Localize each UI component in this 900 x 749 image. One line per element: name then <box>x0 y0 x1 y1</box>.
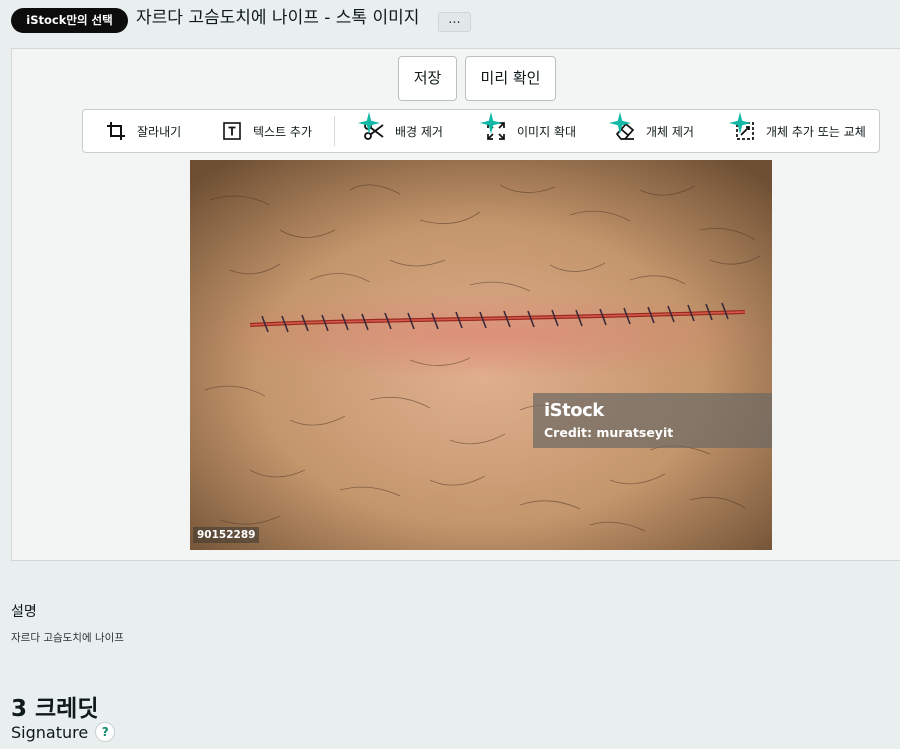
toolbar-divider <box>334 116 335 146</box>
stock-photo[interactable]: iStock Credit: muratseyit 90152289 <box>190 160 772 550</box>
credits-price: 3 크레딧 <box>11 696 99 722</box>
description-text: 자르다 고슴도치에 나이프 <box>11 632 124 644</box>
tool-remove-background[interactable]: 배경 제거 <box>358 110 443 152</box>
image-id-label: 90152289 <box>193 527 260 543</box>
tool-remove-background-label: 배경 제거 <box>395 124 443 139</box>
photo-content <box>190 160 772 550</box>
istock-watermark: iStock Credit: muratseyit <box>533 393 772 448</box>
ai-sparkle-icon <box>609 112 631 134</box>
ai-sparkle-icon <box>358 112 380 134</box>
edit-toolbar: 잘라내기 텍스트 추가 배경 제거 이미지 확대 개체 제거 개체 추가 또는 … <box>82 109 880 153</box>
watermark-credit: Credit: muratseyit <box>544 425 674 440</box>
tool-remove-object[interactable]: 개체 제거 <box>609 110 694 152</box>
expand-icon <box>480 112 507 142</box>
eraser-icon <box>609 112 636 142</box>
ai-sparkle-icon <box>729 112 751 134</box>
crop-icon <box>105 120 127 142</box>
ai-sparkle-icon <box>480 112 502 134</box>
help-icon[interactable]: ? <box>95 722 116 742</box>
license-row: Signature ? <box>11 722 116 742</box>
tool-remove-object-label: 개체 제거 <box>646 124 694 139</box>
tool-crop-label: 잘라내기 <box>137 124 182 139</box>
page-header: iStock만의 선택 자르다 고슴도치에 나이프 - 스톡 이미지 ... <box>0 0 900 46</box>
more-options-button[interactable]: ... <box>438 12 471 32</box>
replace-object-icon <box>729 112 756 142</box>
description-heading: 설명 <box>11 604 37 620</box>
editors-choice-badge: iStock만의 선택 <box>11 8 128 33</box>
tool-add-text-label: 텍스트 추가 <box>253 124 313 139</box>
tool-crop[interactable]: 잘라내기 <box>105 110 181 152</box>
watermark-logo: iStock <box>544 400 604 421</box>
tool-upscale-image-label: 이미지 확대 <box>517 124 577 139</box>
page-title: 자르다 고슴도치에 나이프 - 스톡 이미지 <box>136 8 420 28</box>
text-icon <box>221 120 243 142</box>
preview-button[interactable]: 미리 확인 <box>465 56 556 101</box>
tool-upscale-image[interactable]: 이미지 확대 <box>480 110 577 152</box>
save-button[interactable]: 저장 <box>398 56 457 101</box>
license-type: Signature <box>11 722 89 742</box>
tool-add-text[interactable]: 텍스트 추가 <box>221 110 312 152</box>
scissors-icon <box>358 112 385 142</box>
tool-add-replace-object-label: 개체 추가 또는 교체 <box>766 124 866 139</box>
tool-add-replace-object[interactable]: 개체 추가 또는 교체 <box>729 110 866 152</box>
